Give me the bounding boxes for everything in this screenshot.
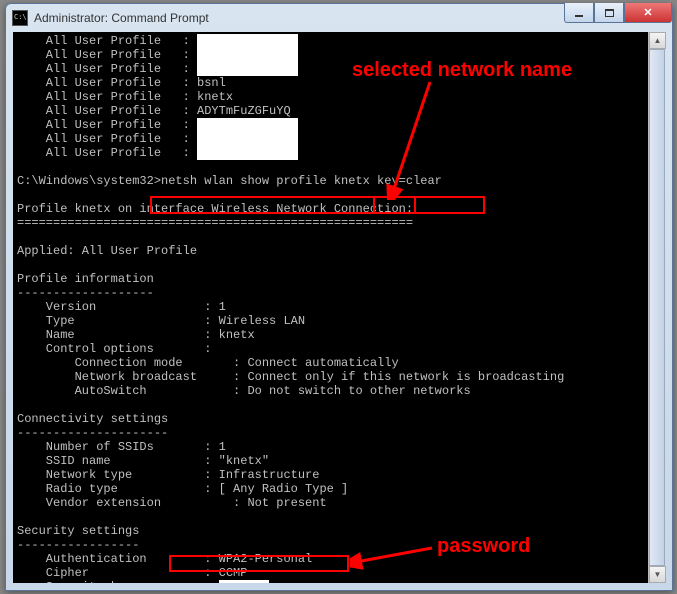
terminal-output[interactable]: All User Profile : All User Profile : Al…: [13, 32, 665, 583]
minimize-button[interactable]: [564, 3, 594, 23]
scroll-thumb[interactable]: [649, 49, 665, 566]
command-prompt-window: Administrator: Command Prompt ✕ All User…: [5, 3, 673, 591]
scroll-up-button[interactable]: ▲: [649, 32, 666, 49]
scroll-down-button[interactable]: ▼: [649, 566, 666, 583]
close-button[interactable]: ✕: [624, 3, 672, 23]
maximize-button[interactable]: [594, 3, 624, 23]
vertical-scrollbar[interactable]: ▲ ▼: [648, 32, 665, 583]
window-controls: ✕: [564, 3, 672, 23]
titlebar[interactable]: Administrator: Command Prompt ✕: [6, 4, 672, 32]
cmd-icon: [12, 10, 28, 26]
